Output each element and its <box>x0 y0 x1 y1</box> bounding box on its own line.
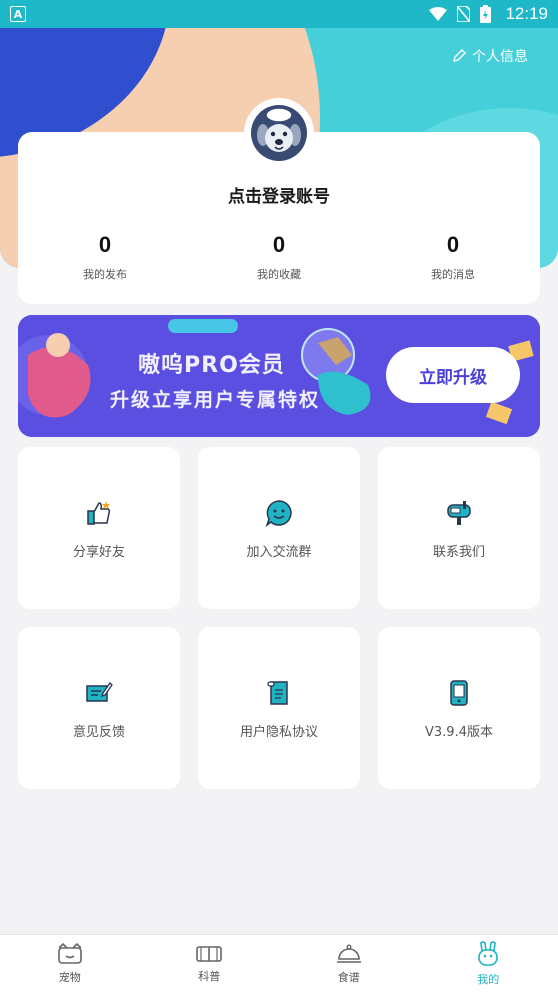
stat-label: 我的消息 <box>431 268 475 281</box>
stats-row: 0 我的发布 0 我的收藏 0 我的消息 <box>18 232 540 282</box>
banner-subtitle: 升级立享用户专属特权 <box>110 389 321 411</box>
menu-version[interactable]: V3.9.4版本 <box>378 627 540 789</box>
status-time: 12:19 <box>505 4 548 23</box>
menu-label: 用户隐私协议 <box>239 724 318 740</box>
dog-chef-avatar-icon <box>251 105 307 161</box>
book-icon <box>196 945 223 962</box>
pet-icon <box>57 942 82 964</box>
phone-icon <box>450 679 468 706</box>
wifi-icon <box>429 7 448 21</box>
menu-label: V3.9.4版本 <box>425 724 493 740</box>
menu-label: 分享好友 <box>72 544 125 560</box>
nav-label: 我的 <box>477 972 500 986</box>
mailbox-icon <box>447 500 471 525</box>
pro-member-banner[interactable]: 嗷呜PRO会员 升级立享用户专属特权 立即升级 <box>18 315 540 437</box>
feedback-icon <box>86 681 113 702</box>
stat-favorites[interactable]: 0 我的收藏 <box>192 232 366 282</box>
scroll-icon <box>267 680 288 705</box>
status-bar: A 12:19 <box>0 0 558 28</box>
nav-mine[interactable]: 我的 <box>419 935 558 992</box>
battery-icon <box>480 5 492 23</box>
stat-value: 0 <box>98 232 112 257</box>
stat-value: 0 <box>446 232 460 257</box>
menu-label: 联系我们 <box>432 544 485 560</box>
menu-feedback[interactable]: 意见反馈 <box>18 627 180 789</box>
app-notification-icon: A <box>10 6 26 22</box>
thumbs-up-icon <box>87 500 111 525</box>
avatar[interactable] <box>244 98 314 168</box>
nav-label: 科普 <box>198 969 221 983</box>
profile-info-label: 个人信息 <box>472 49 528 65</box>
nav-recipes[interactable]: 食谱 <box>279 935 419 992</box>
nav-label: 食谱 <box>337 970 360 984</box>
chat-smile-icon <box>265 499 292 527</box>
nav-label: 宠物 <box>58 970 81 984</box>
profile-info-link[interactable]: 个人信息 <box>452 46 528 66</box>
menu-privacy-policy[interactable]: 用户隐私协议 <box>198 627 360 789</box>
upgrade-button[interactable]: 立即升级 <box>386 347 520 403</box>
bottom-nav: 宠物 科普 食谱 我的 <box>0 934 558 992</box>
menu-grid: 分享好友 加入交流群 联系我们 意见反馈 用户隐私协议 V3.9.4版本 <box>18 447 540 789</box>
no-sim-icon <box>457 6 471 22</box>
nav-science[interactable]: 科普 <box>140 935 280 992</box>
menu-contact-us[interactable]: 联系我们 <box>378 447 540 609</box>
login-prompt[interactable]: 点击登录账号 <box>18 182 540 207</box>
stat-messages[interactable]: 0 我的消息 <box>366 232 540 282</box>
stat-label: 我的发布 <box>83 268 127 281</box>
menu-label: 加入交流群 <box>246 544 312 560</box>
cloche-icon <box>336 944 361 963</box>
menu-share-friends[interactable]: 分享好友 <box>18 447 180 609</box>
menu-label: 意见反馈 <box>72 724 125 740</box>
stat-value: 0 <box>272 232 286 257</box>
stat-posts[interactable]: 0 我的发布 <box>18 232 192 282</box>
bunny-icon <box>478 940 499 966</box>
menu-join-group[interactable]: 加入交流群 <box>198 447 360 609</box>
nav-pets[interactable]: 宠物 <box>0 935 140 992</box>
pencil-icon <box>453 49 466 62</box>
stat-label: 我的收藏 <box>257 268 301 281</box>
banner-title: 嗷呜PRO会员 <box>138 353 285 378</box>
